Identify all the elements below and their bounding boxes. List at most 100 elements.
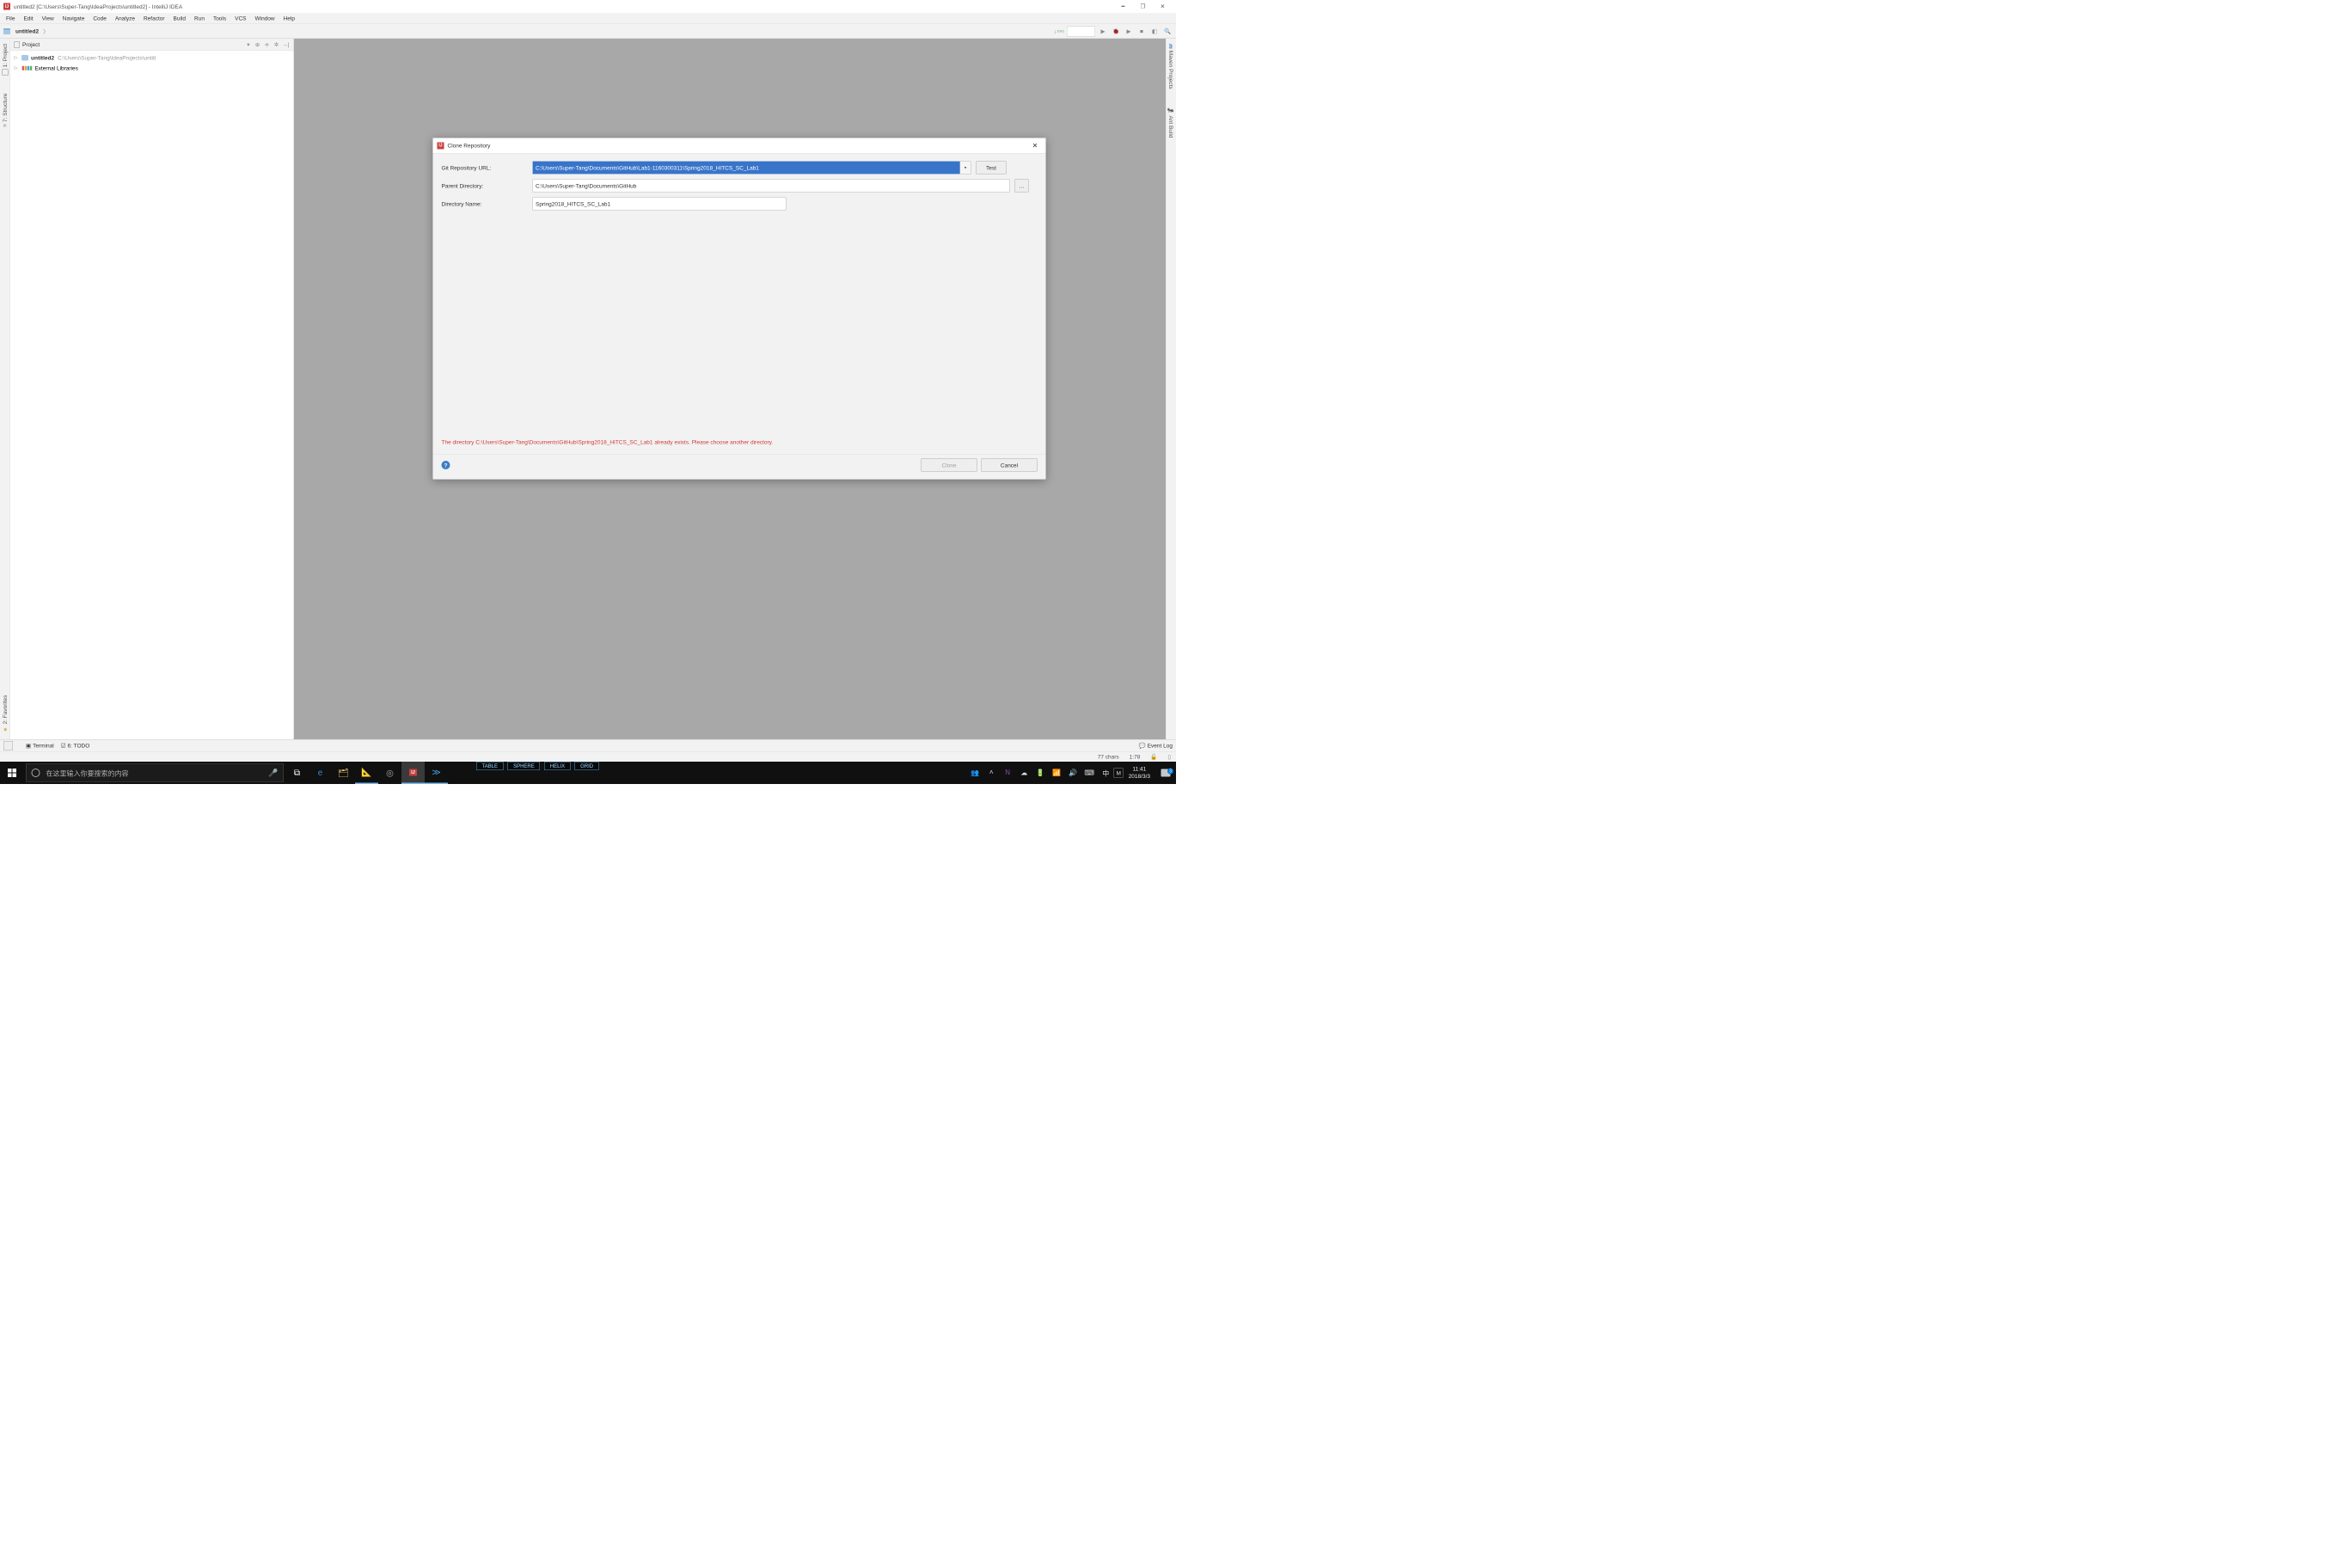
memory-indicator[interactable]: ▯: [1167, 753, 1171, 760]
taskview-button[interactable]: ⧉: [285, 762, 309, 784]
tab-terminal[interactable]: ▣Terminal: [26, 742, 54, 749]
wifi-icon[interactable]: 📶: [1049, 769, 1065, 777]
menu-navigate[interactable]: Navigate: [58, 14, 89, 23]
navigation-toolbar: untitled2 〉 ↓1001 ▶ 🐞 ▶ ■ ◧ 🔍: [0, 24, 1176, 39]
search-icon[interactable]: 🔍: [1162, 26, 1173, 36]
mic-icon[interactable]: 🎤: [268, 769, 278, 778]
cmd-grid[interactable]: GRID: [575, 762, 599, 770]
clock-date: 2018/3/3: [1129, 773, 1150, 780]
menu-build[interactable]: Build: [169, 14, 190, 23]
cmd-table[interactable]: TABLE: [476, 762, 504, 770]
project-panel-title[interactable]: Project: [22, 41, 244, 48]
dir-name-input[interactable]: [533, 198, 787, 211]
system-tray: 👥 ˄ N ☁ 🔋 📶 🔊 ⌨ 中 M 11:41 2018/3/3 3: [967, 762, 1176, 784]
app-explorer[interactable]: 🗂: [332, 762, 355, 784]
dir-name-label: Directory Name:: [442, 200, 528, 207]
tab-project[interactable]: 1: Project: [1, 41, 9, 77]
lock-icon[interactable]: 🔓: [1150, 753, 1157, 760]
clock-time: 11:41: [1129, 766, 1150, 773]
action-center-button[interactable]: 3: [1155, 769, 1176, 777]
expand-arrow-icon[interactable]: ▷: [13, 55, 19, 60]
volume-icon[interactable]: 🔊: [1065, 769, 1081, 777]
dialog-titlebar: IJ Clone Repository ✕: [433, 138, 1046, 154]
app-obs[interactable]: ◎: [378, 762, 401, 784]
scroll-from-source-icon[interactable]: ⊕: [254, 40, 262, 49]
todo-icon: ☑: [61, 742, 66, 749]
menu-edit[interactable]: Edit: [19, 14, 37, 23]
run-icon[interactable]: ▶: [1098, 26, 1108, 36]
cmd-sphere[interactable]: SPHERE: [508, 762, 541, 770]
layout-icon[interactable]: ◧: [1149, 26, 1160, 36]
debug-icon[interactable]: 🐞: [1111, 26, 1121, 36]
windows-logo-icon: [8, 769, 16, 777]
tree-external-libraries[interactable]: ▷ ▮▮▮▮ External Libraries: [13, 63, 291, 73]
run-config-dropdown[interactable]: [1067, 26, 1095, 36]
parent-dir-label: Parent Directory:: [442, 182, 528, 189]
browse-button[interactable]: ...: [1015, 180, 1029, 193]
menu-file[interactable]: File: [2, 14, 19, 23]
event-log-button[interactable]: 💬Event Log: [1139, 742, 1173, 749]
tab-favorites[interactable]: 2: Favorites: [1, 693, 9, 735]
onedrive-icon[interactable]: ☁: [1016, 769, 1032, 777]
cortana-icon: [32, 769, 40, 777]
expand-arrow-icon[interactable]: ▷: [13, 65, 19, 70]
project-view-icon: [14, 41, 20, 47]
ime-mode-icon[interactable]: M: [1114, 769, 1124, 778]
tray-chevron-icon[interactable]: ˄: [983, 769, 1000, 777]
menu-window[interactable]: Window: [250, 14, 279, 23]
tool-windows-toggle[interactable]: [3, 741, 13, 750]
window-titlebar: IJ untitled2 [C:\Users\Super-Tang\IdeaPr…: [0, 0, 1176, 13]
menu-view[interactable]: View: [38, 14, 58, 23]
menu-code[interactable]: Code: [89, 14, 111, 23]
onenote-icon[interactable]: N: [1000, 769, 1016, 777]
dialog-close-button[interactable]: ✕: [1029, 139, 1042, 152]
stop-icon[interactable]: ■: [1136, 26, 1147, 36]
minimize-button[interactable]: ━: [1113, 0, 1133, 13]
help-icon[interactable]: ?: [442, 461, 450, 469]
tab-todo[interactable]: ☑6: TODO: [61, 742, 90, 749]
breadcrumb-root[interactable]: untitled2: [13, 28, 41, 36]
app-intellij[interactable]: IJ: [401, 762, 425, 784]
people-icon[interactable]: 👥: [967, 769, 983, 777]
maximize-button[interactable]: ❐: [1133, 0, 1153, 13]
parent-dir-input[interactable]: [533, 180, 1010, 193]
tab-structure[interactable]: 7: Structure: [1, 90, 9, 129]
coverage-icon[interactable]: ▶: [1124, 26, 1134, 36]
cancel-button[interactable]: Cancel: [982, 459, 1038, 472]
close-button[interactable]: ✕: [1153, 0, 1173, 13]
menu-analyze[interactable]: Analyze: [111, 14, 139, 23]
git-url-input[interactable]: [533, 162, 971, 175]
hide-icon[interactable]: →|: [282, 40, 291, 49]
tab-maven[interactable]: mMaven Projects: [1167, 41, 1176, 92]
git-url-label: Git Repository URL:: [442, 164, 528, 171]
chevron-down-icon[interactable]: ▾: [244, 41, 252, 48]
url-dropdown-button[interactable]: ▾: [960, 162, 971, 175]
sync-icon[interactable]: ↓1001: [1054, 26, 1064, 36]
ime-lang-icon[interactable]: 中: [1098, 768, 1114, 778]
test-button[interactable]: Test: [977, 162, 1007, 175]
menu-vcs[interactable]: VCS: [230, 14, 250, 23]
app-vscode[interactable]: ≫: [425, 762, 448, 784]
clone-repository-dialog: IJ Clone Repository ✕ Git Repository URL…: [432, 138, 1046, 480]
project-tree: ▷ untitled2 C:\Users\Super-Tang\IdeaProj…: [10, 51, 294, 739]
intellij-icon: IJ: [3, 3, 10, 10]
collapse-all-icon[interactable]: ≑: [263, 40, 272, 49]
tree-root[interactable]: ▷ untitled2 C:\Users\Super-Tang\IdeaProj…: [13, 52, 291, 63]
menu-run[interactable]: Run: [190, 14, 209, 23]
app-edge[interactable]: e: [309, 762, 332, 784]
menu-tools[interactable]: Tools: [209, 14, 230, 23]
menu-help[interactable]: Help: [279, 14, 299, 23]
taskbar-search[interactable]: 在这里输入你要搜索的内容 🎤: [26, 764, 284, 782]
keyboard-icon[interactable]: ⌨: [1081, 769, 1098, 777]
tab-ant[interactable]: 🐜Ant Build: [1167, 105, 1176, 141]
menu-refactor[interactable]: Refactor: [139, 14, 169, 23]
gear-icon[interactable]: ✲: [273, 40, 281, 49]
menu-bar: File Edit View Navigate Code Analyze Ref…: [0, 13, 1176, 24]
start-button[interactable]: [0, 762, 24, 784]
app-matlab[interactable]: 📐 TABLE SPHERE HELIX GRID: [355, 762, 378, 784]
clone-button[interactable]: Clone: [922, 459, 977, 472]
battery-icon[interactable]: 🔋: [1032, 769, 1049, 777]
window-title: untitled2 [C:\Users\Super-Tang\IdeaProje…: [14, 3, 1113, 10]
cmd-helix[interactable]: HELIX: [544, 762, 570, 770]
taskbar-clock[interactable]: 11:41 2018/3/3: [1124, 766, 1155, 781]
